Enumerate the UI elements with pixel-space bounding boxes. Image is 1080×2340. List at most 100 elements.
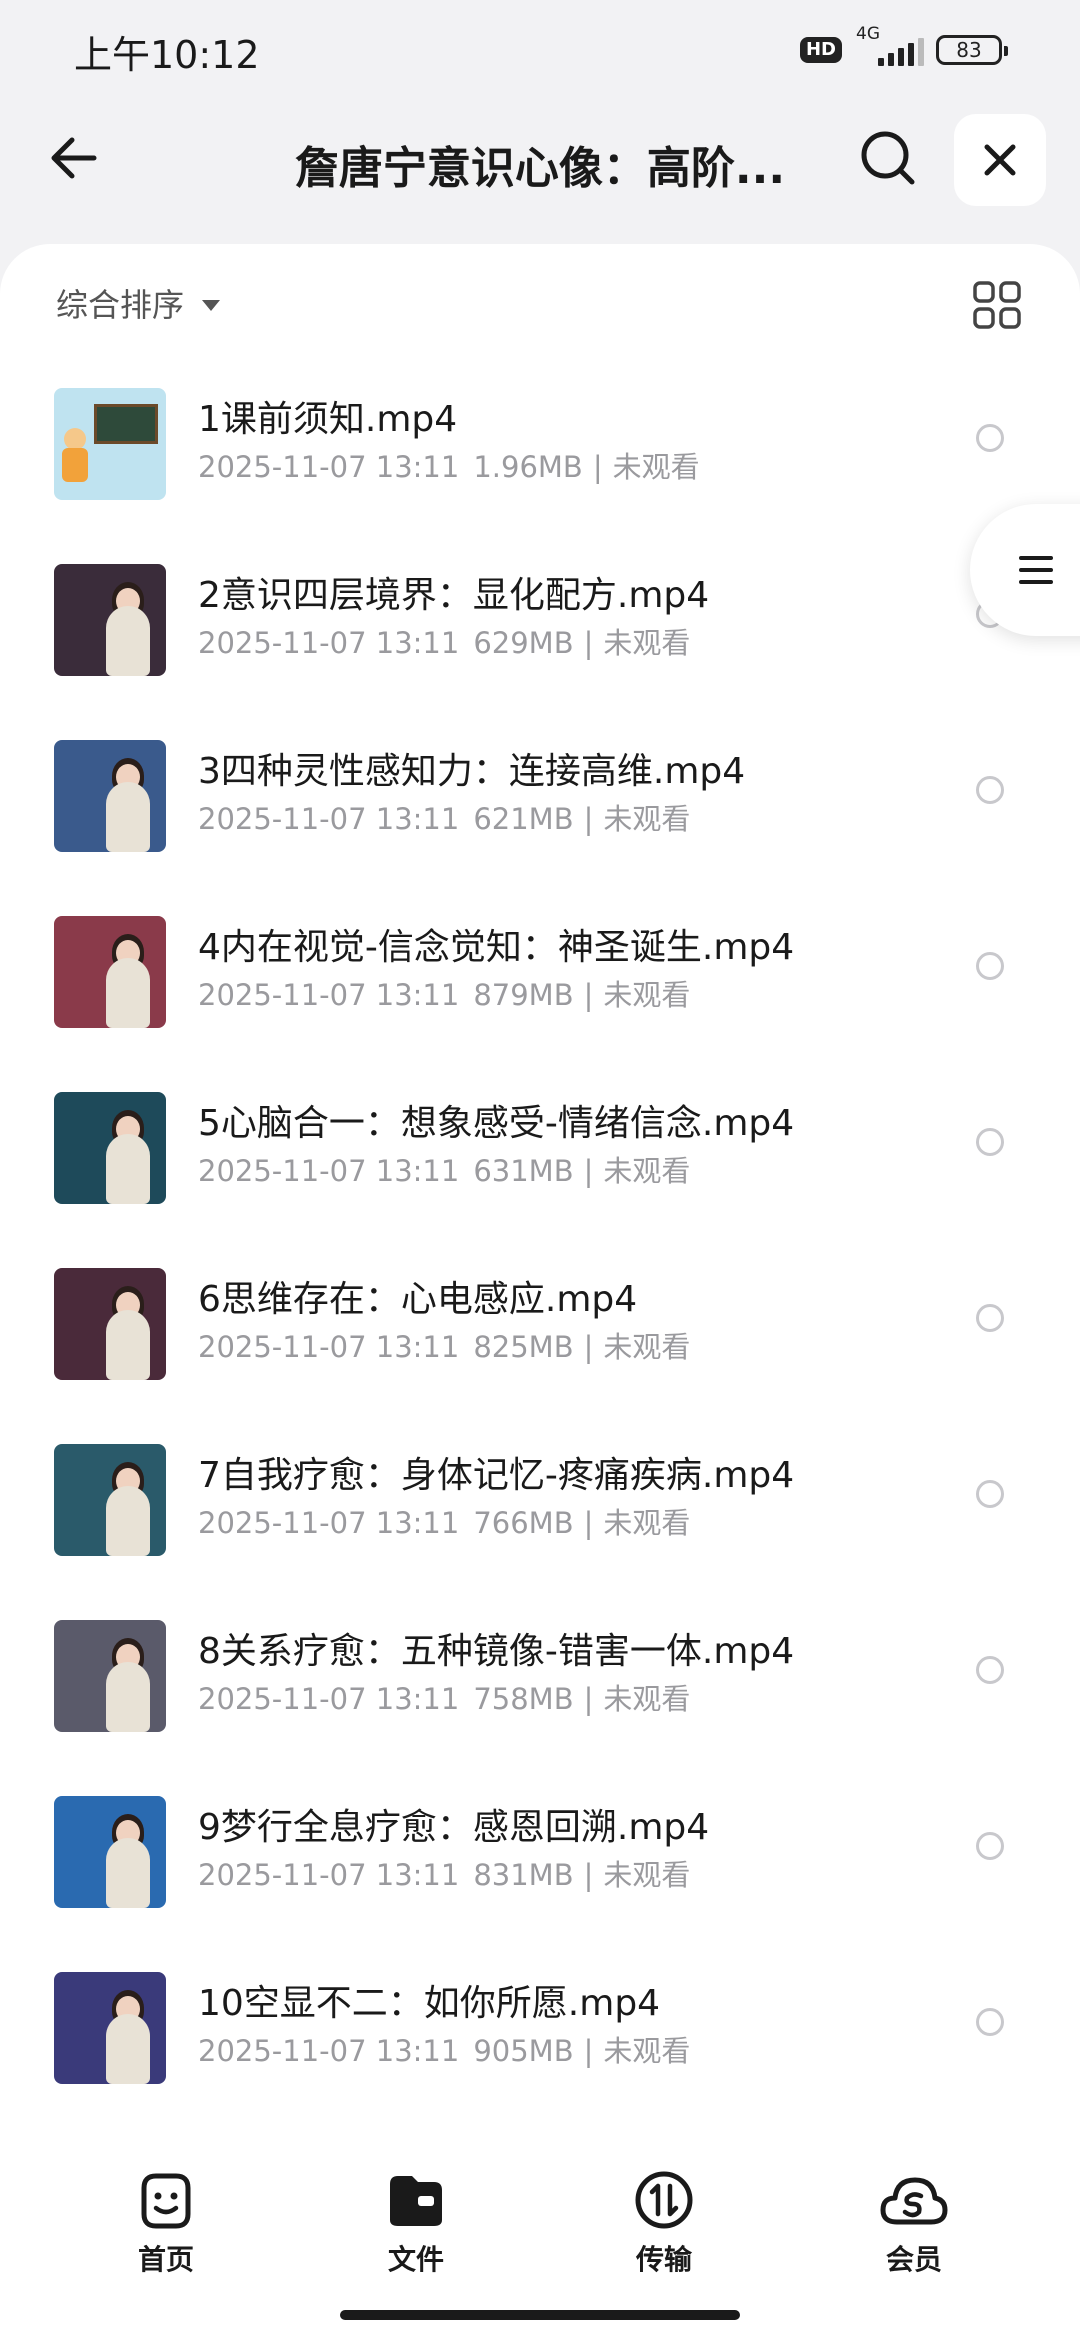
grid-view-button[interactable] — [972, 280, 1022, 330]
file-meta: 2025-11-07 13:11 879MB | 未观看 — [198, 972, 690, 1014]
file-size: 758MB — [473, 1682, 574, 1716]
file-name: 8关系疗愈：五种镜像-错害一体.mp4 — [198, 1631, 795, 1672]
select-radio[interactable] — [976, 424, 1004, 452]
meta-separator: | — [583, 1682, 594, 1716]
file-size: 631MB — [473, 1154, 574, 1188]
file-list: 1课前须知.mp4 2025-11-07 13:11 1.96MB | 未观看 2意识四层… — [0, 374, 1080, 2134]
meta-separator: | — [583, 1506, 594, 1540]
nav-home[interactable]: 首页 — [86, 2170, 246, 2278]
file-panel: 综合排序 1课前须知.mp4 2025-11-07 13:11 1.96MB | 未观看… — [0, 244, 1080, 2340]
file-date: 2025-11-07 13:11 — [198, 802, 460, 836]
select-radio[interactable] — [976, 1656, 1004, 1684]
file-date: 2025-11-07 13:11 — [198, 1506, 460, 1540]
meta-separator: | — [583, 802, 594, 836]
meta-separator: | — [592, 450, 603, 484]
back-button[interactable] — [40, 124, 108, 192]
search-icon — [861, 131, 915, 185]
nav-label: 会员 — [885, 2243, 942, 2276]
file-name: 7自我疗愈：身体记忆-疼痛疾病.mp4 — [198, 1455, 795, 1496]
status-bar: 上午10:12 HD 4G 83 — [0, 0, 1080, 96]
select-radio[interactable] — [976, 1480, 1004, 1508]
file-meta: 2025-11-07 13:11 631MB | 未观看 — [198, 1148, 690, 1190]
video-thumbnail — [54, 916, 166, 1028]
watch-status: 未观看 — [603, 1506, 691, 1540]
file-row[interactable]: 6思维存在：心电感应.mp4 2025-11-07 13:11 825MB | 未观看 — [0, 1254, 1080, 1430]
file-date: 2025-11-07 13:11 — [198, 1330, 460, 1364]
watch-status: 未观看 — [603, 1682, 691, 1716]
header: 詹唐宁意识心像：高阶... — [0, 96, 1080, 226]
file-name: 10空显不二：如你所愿.mp4 — [198, 1983, 661, 2024]
nav-label: 文件 — [387, 2243, 444, 2276]
file-row[interactable]: 5心脑合一：想象感受-情绪信念.mp4 2025-11-07 13:11 631MB… — [0, 1078, 1080, 1254]
select-radio[interactable] — [976, 1832, 1004, 1860]
select-radio[interactable] — [976, 776, 1004, 804]
select-radio[interactable] — [976, 1128, 1004, 1156]
sort-label: 综合排序 — [56, 286, 185, 324]
page-title: 詹唐宁意识心像：高阶... — [294, 143, 786, 194]
home-indicator — [340, 2310, 740, 2320]
watch-status: 未观看 — [603, 2034, 691, 2068]
file-name: 3四种灵性感知力：连接高维.mp4 — [198, 751, 746, 792]
file-row[interactable]: 10空显不二：如你所愿.mp4 2025-11-07 13:11 905MB | 未观看 — [0, 1958, 1080, 2134]
file-name: 2意识四层境界：显化配方.mp4 — [198, 575, 710, 616]
file-date: 2025-11-07 13:11 — [198, 1154, 460, 1188]
video-thumbnail — [54, 1620, 166, 1732]
meta-separator: | — [583, 1330, 594, 1364]
file-row[interactable]: 4内在视觉-信念觉知：神圣诞生.mp4 2025-11-07 13:11 879MB… — [0, 902, 1080, 1078]
video-thumbnail — [54, 1092, 166, 1204]
battery-level: 83 — [956, 38, 982, 62]
file-name: 5心脑合一：想象感受-情绪信念.mp4 — [198, 1103, 795, 1144]
video-thumbnail — [54, 1972, 166, 2084]
file-meta: 2025-11-07 13:11 1.96MB | 未观看 — [198, 444, 700, 486]
file-meta: 2025-11-07 13:11 766MB | 未观看 — [198, 1500, 690, 1542]
status-time: 上午10:12 — [74, 33, 260, 77]
file-name: 1课前须知.mp4 — [198, 399, 458, 440]
meta-separator: | — [583, 2034, 594, 2068]
select-radio[interactable] — [976, 1304, 1004, 1332]
grid-view-icon — [973, 281, 1021, 329]
video-thumbnail — [54, 1444, 166, 1556]
select-radio[interactable] — [976, 2008, 1004, 2036]
file-date: 2025-11-07 13:11 — [198, 978, 460, 1012]
watch-status: 未观看 — [612, 450, 700, 484]
file-row[interactable]: 9梦行全息疗愈：感恩回溯.mp4 2025-11-07 13:11 831MB | 未观… — [0, 1782, 1080, 1958]
file-size: 1.96MB — [473, 450, 583, 484]
file-row[interactable]: 1课前须知.mp4 2025-11-07 13:11 1.96MB | 未观看 — [0, 374, 1080, 550]
caret-down-icon — [202, 299, 221, 311]
nav-member[interactable]: 会员 — [834, 2170, 994, 2278]
file-meta: 2025-11-07 13:11 621MB | 未观看 — [198, 796, 690, 838]
file-row[interactable]: 3四种灵性感知力：连接高维.mp4 2025-11-07 13:11 621MB | 未… — [0, 726, 1080, 902]
video-thumbnail — [54, 740, 166, 852]
file-size: 825MB — [473, 1330, 574, 1364]
video-thumbnail — [54, 1268, 166, 1380]
close-icon — [984, 144, 1016, 176]
watch-status: 未观看 — [603, 1154, 691, 1188]
nav-transfer[interactable]: 传输 — [584, 2170, 744, 2278]
nav-files[interactable]: 文件 — [336, 2170, 496, 2278]
network-type: 4G — [856, 24, 880, 44]
watch-status: 未观看 — [603, 626, 691, 660]
file-date: 2025-11-07 13:11 — [198, 2034, 460, 2068]
file-row[interactable]: 2意识四层境界：显化配方.mp4 2025-11-07 13:11 629MB | 未观… — [0, 550, 1080, 726]
sort-dropdown[interactable]: 综合排序 — [56, 280, 221, 326]
select-radio[interactable] — [976, 952, 1004, 980]
file-date: 2025-11-07 13:11 — [198, 1858, 460, 1892]
nav-label: 首页 — [137, 2243, 194, 2276]
file-row[interactable]: 7自我疗愈：身体记忆-疼痛疾病.mp4 2025-11-07 13:11 766MB… — [0, 1430, 1080, 1606]
cloud-member-icon — [880, 2177, 948, 2225]
watch-status: 未观看 — [603, 1330, 691, 1364]
transfer-icon — [635, 2171, 693, 2229]
file-size: 879MB — [473, 978, 574, 1012]
folder-icon — [390, 2176, 442, 2226]
file-size: 905MB — [473, 2034, 574, 2068]
file-meta: 2025-11-07 13:11 758MB | 未观看 — [198, 1676, 690, 1718]
file-date: 2025-11-07 13:11 — [198, 450, 460, 484]
file-size: 629MB — [473, 626, 574, 660]
file-row[interactable]: 8关系疗愈：五种镜像-错害一体.mp4 2025-11-07 13:11 758MB… — [0, 1606, 1080, 1782]
watch-status: 未观看 — [603, 802, 691, 836]
arrow-left-icon — [51, 137, 97, 179]
meta-separator: | — [583, 1154, 594, 1188]
file-size: 621MB — [473, 802, 574, 836]
search-button[interactable] — [854, 124, 922, 192]
close-button[interactable] — [954, 114, 1046, 206]
